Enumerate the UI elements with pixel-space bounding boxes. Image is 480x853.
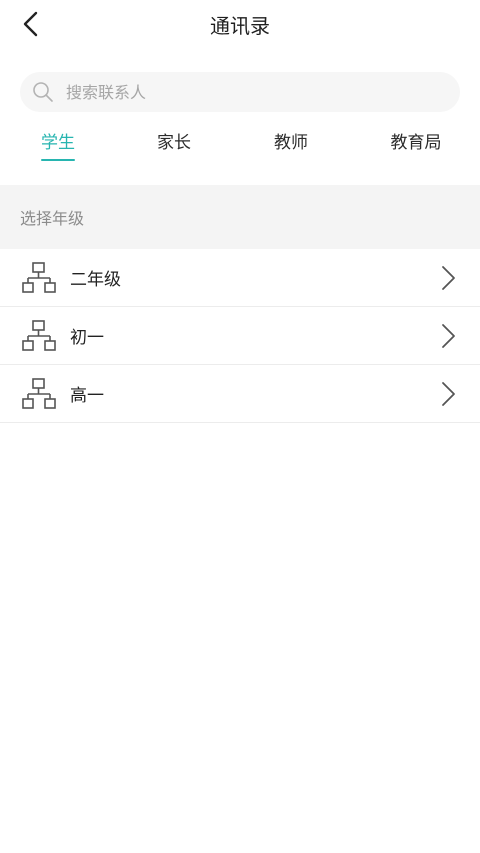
section-header: 选择年级 xyxy=(0,185,480,249)
tab-teachers[interactable]: 教师 xyxy=(273,128,309,153)
tab-parents[interactable]: 家长 xyxy=(156,128,192,153)
category-tabs: 学生 家长 教师 教育局 xyxy=(0,128,480,164)
grade-list: 二年级 初一 高一 xyxy=(0,249,480,423)
list-item-grade[interactable]: 初一 xyxy=(0,307,480,365)
tab-education-bureau[interactable]: 教育局 xyxy=(389,128,443,153)
list-item-label: 高一 xyxy=(70,386,104,406)
org-chart-icon xyxy=(22,378,56,409)
chevron-right-icon xyxy=(442,382,455,406)
active-tab-indicator xyxy=(41,159,75,161)
tab-students[interactable]: 学生 xyxy=(40,128,76,161)
page-title: 通讯录 xyxy=(210,14,270,38)
org-chart-icon xyxy=(22,262,56,293)
org-chart-icon xyxy=(22,320,56,351)
search-input[interactable] xyxy=(64,81,428,103)
chevron-right-icon xyxy=(442,266,455,290)
tab-teachers-label: 教师 xyxy=(274,133,308,153)
tab-education-bureau-label: 教育局 xyxy=(390,133,442,153)
tab-parents-label: 家长 xyxy=(157,133,191,153)
chevron-right-icon xyxy=(442,324,455,348)
list-item-label: 二年级 xyxy=(70,270,121,290)
header: 通讯录 xyxy=(0,0,480,48)
search-icon xyxy=(32,81,54,103)
tab-students-label: 学生 xyxy=(41,133,75,153)
section-title: 选择年级 xyxy=(20,209,85,228)
contacts-screen: 通讯录 学生 家长 教师 教育局 选择年级 xyxy=(0,0,480,853)
search-bar[interactable] xyxy=(20,72,460,112)
list-item-grade[interactable]: 高一 xyxy=(0,365,480,423)
list-item-label: 初一 xyxy=(70,328,104,348)
list-item-grade[interactable]: 二年级 xyxy=(0,249,480,307)
